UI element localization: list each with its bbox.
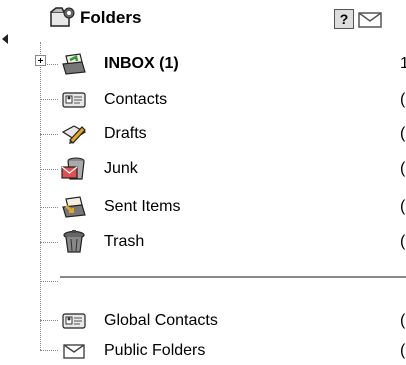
folders-icon bbox=[50, 7, 75, 27]
folder-label: Sent Items bbox=[104, 198, 181, 215]
folder-label: Global Contacts bbox=[104, 312, 218, 329]
tree-branch bbox=[40, 281, 58, 282]
folder-item-inbox[interactable]: INBOX (1) 1 bbox=[60, 52, 406, 78]
folder-separator bbox=[60, 276, 406, 278]
folder-label: Trash bbox=[104, 233, 145, 250]
tree-branch bbox=[40, 134, 58, 135]
mail-icon[interactable] bbox=[358, 10, 384, 30]
inbox-icon bbox=[62, 53, 86, 75]
tree-branch bbox=[40, 320, 58, 321]
tree-branch bbox=[40, 350, 58, 351]
folder-item-junk[interactable]: Junk ( bbox=[60, 157, 406, 183]
tree-branch bbox=[40, 169, 58, 170]
global-contacts-icon bbox=[62, 313, 86, 329]
public-folders-icon bbox=[63, 344, 85, 359]
folder-count: ( bbox=[400, 91, 406, 108]
tree-line bbox=[40, 42, 41, 350]
folder-item-contacts[interactable]: Contacts ( bbox=[60, 88, 406, 114]
folder-count: 1 bbox=[400, 55, 406, 72]
junk-icon bbox=[61, 157, 85, 180]
folder-label: Contacts bbox=[104, 91, 168, 108]
tree-branch bbox=[40, 242, 58, 243]
folder-count: ( bbox=[400, 160, 406, 177]
folder-item-sent-items[interactable]: Sent Items ( bbox=[60, 195, 406, 221]
trash-icon bbox=[63, 230, 85, 253]
folders-title: Folders bbox=[80, 8, 142, 27]
folder-label: INBOX (1) bbox=[104, 55, 179, 72]
folder-label: Drafts bbox=[104, 125, 147, 142]
sent-items-icon bbox=[62, 196, 86, 218]
drafts-icon bbox=[61, 125, 87, 144]
help-button[interactable]: ? bbox=[334, 9, 354, 29]
folder-label: Junk bbox=[104, 160, 138, 177]
folder-item-drafts[interactable]: Drafts ( bbox=[60, 122, 406, 148]
tree-branch bbox=[40, 99, 58, 100]
folder-label: Public Folders bbox=[104, 342, 206, 359]
collapse-arrow-icon[interactable] bbox=[2, 34, 8, 44]
folder-count: ( bbox=[400, 233, 406, 250]
expand-inbox-toggle[interactable] bbox=[35, 55, 46, 66]
folder-item-public-folders[interactable]: Public Folders ( bbox=[60, 339, 406, 365]
folder-count: ( bbox=[400, 198, 406, 215]
folder-count: ( bbox=[400, 342, 406, 359]
folder-count: ( bbox=[400, 125, 406, 142]
folder-item-trash[interactable]: Trash ( bbox=[60, 230, 406, 256]
contacts-icon bbox=[62, 92, 86, 108]
folder-item-global-contacts[interactable]: Global Contacts ( bbox=[60, 309, 406, 335]
tree-branch bbox=[40, 207, 58, 208]
folder-count: ( bbox=[400, 312, 406, 329]
